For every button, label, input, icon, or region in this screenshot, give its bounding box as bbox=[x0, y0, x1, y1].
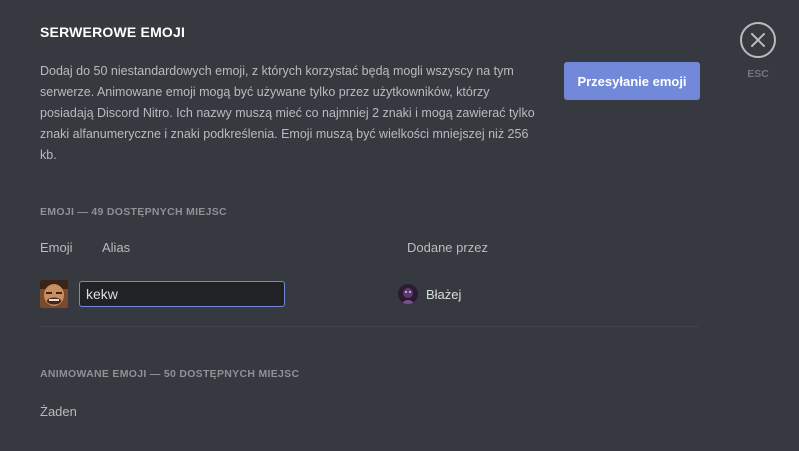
upload-emoji-button[interactable]: Przesyłanie emoji bbox=[564, 62, 700, 100]
emoji-image bbox=[40, 280, 68, 308]
close-icon bbox=[751, 33, 765, 47]
column-header-added-by: Dodane przez bbox=[407, 240, 488, 255]
column-header-alias: Alias bbox=[102, 240, 131, 255]
page-title: SERWEROWE EMOJI bbox=[40, 24, 186, 40]
empty-state-text: Żaden bbox=[40, 404, 77, 419]
avatar bbox=[398, 284, 418, 304]
close-button[interactable] bbox=[740, 22, 776, 58]
column-header-emoji: Emoji bbox=[40, 240, 73, 255]
added-by-user: Błażej bbox=[398, 284, 461, 304]
emoji-section-header: EMOJI — 49 DOSTĘPNYCH MIEJSC bbox=[40, 206, 227, 218]
animated-emoji-section-header: ANIMOWANE EMOJI — 50 DOSTĘPNYCH MIEJSC bbox=[40, 368, 300, 380]
esc-label: ESC bbox=[747, 68, 769, 80]
divider bbox=[40, 326, 698, 327]
emoji-alias-input[interactable] bbox=[79, 281, 285, 307]
description: Dodaj do 50 niestandardowych emoji, z kt… bbox=[40, 64, 535, 162]
username: Błażej bbox=[426, 286, 462, 302]
